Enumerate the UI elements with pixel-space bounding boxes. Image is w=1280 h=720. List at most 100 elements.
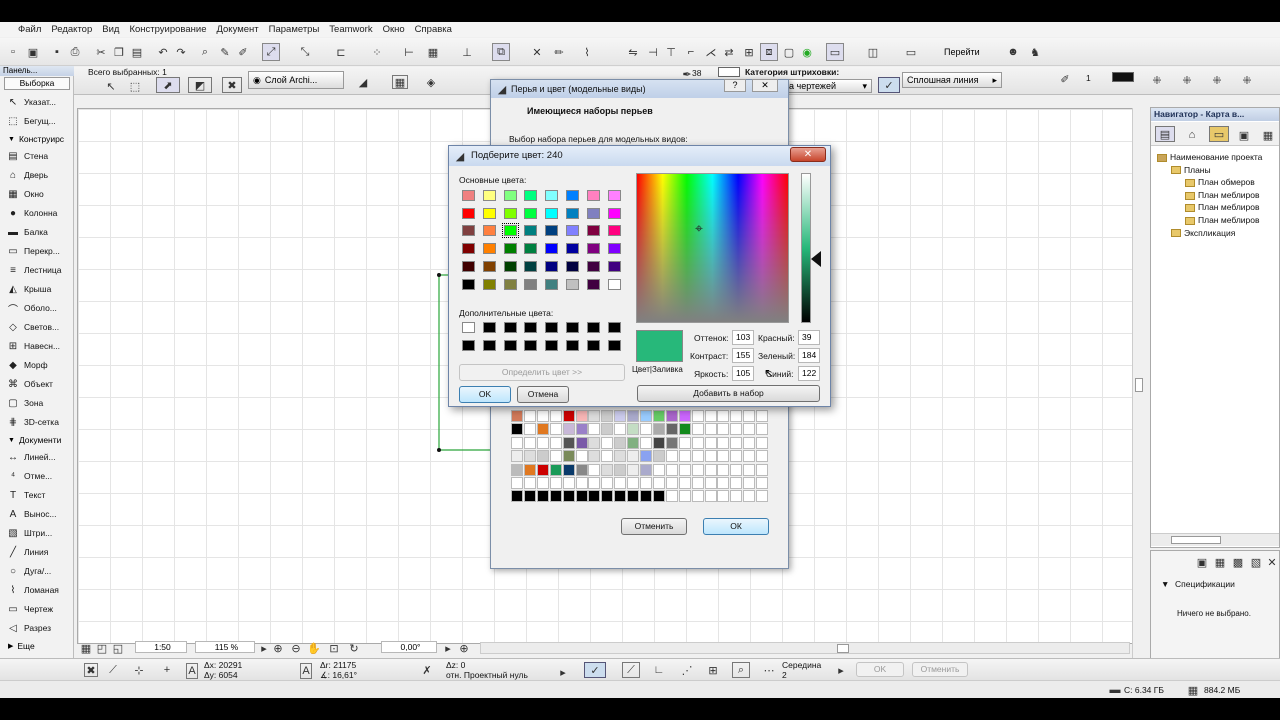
pen-swatch-cell[interactable] <box>549 477 562 489</box>
floor-plan-icon[interactable]: ▭ <box>826 43 844 61</box>
rotate-tool-icon[interactable]: ◩ <box>188 77 212 93</box>
custom-color-swatch[interactable] <box>566 322 579 333</box>
pen-swatch-cell[interactable] <box>601 410 614 422</box>
basic-color-swatch[interactable] <box>524 243 538 255</box>
pen-swatch-cell[interactable] <box>601 423 614 436</box>
basic-color-swatch[interactable] <box>566 207 579 219</box>
basic-color-swatch[interactable] <box>462 278 475 290</box>
tree-item[interactable]: Наименование проекта <box>1157 152 1262 162</box>
tool-select-0[interactable]: ↖ Указат... <box>0 93 70 111</box>
pen-swatch-cell[interactable] <box>523 436 536 449</box>
pen-swatch-cell[interactable] <box>665 423 678 436</box>
pen-swatch-cell[interactable] <box>717 463 730 476</box>
resize-icon[interactable]: ⊞ <box>742 45 756 59</box>
tool-design-6[interactable]: ≡ Лестница <box>0 261 70 279</box>
goto-button[interactable]: Перейти <box>940 43 984 61</box>
pen-swatch-cell[interactable] <box>756 423 769 436</box>
layers-icon[interactable]: ⧈ <box>760 43 778 61</box>
custom-color-swatch[interactable] <box>566 340 579 351</box>
pen-swatch-cell[interactable] <box>601 450 614 463</box>
zoom-out-icon[interactable]: ⊖ <box>289 641 303 655</box>
pen-swatch-cell[interactable] <box>562 463 575 476</box>
chevron-right-icon[interactable]: ▸ <box>441 641 455 655</box>
walk-icon[interactable]: ♞ <box>1028 45 1042 59</box>
pen-swatch-cell[interactable] <box>511 477 523 489</box>
pen-swatch-cell[interactable] <box>652 490 665 503</box>
section-document[interactable]: ▼ Документи <box>0 434 70 446</box>
pen-swatch-cell[interactable] <box>691 477 704 489</box>
ok-button[interactable]: OK <box>459 386 511 403</box>
tool-design-2[interactable]: ▦ Окно <box>0 185 70 203</box>
pen-swatch-cell[interactable] <box>627 463 640 476</box>
basic-color-swatch[interactable] <box>482 260 496 272</box>
pen-swatch-cell[interactable] <box>640 477 652 489</box>
syringe-icon[interactable]: ✐ <box>236 45 250 59</box>
pen-swatch-cell[interactable] <box>588 436 601 449</box>
tool-design-5[interactable]: ▭ Перекр... <box>0 242 70 260</box>
pen-swatch-cell[interactable] <box>549 463 562 476</box>
menu-item[interactable]: Параметры <box>269 24 320 35</box>
tool-design-0[interactable]: ▤ Стена <box>0 147 70 165</box>
copy-icon[interactable]: ❐ <box>112 45 126 59</box>
view-icon[interactable]: ▦ <box>79 641 93 655</box>
pen-swatch-cell[interactable] <box>704 450 717 463</box>
menu-item[interactable]: Документ <box>216 24 258 35</box>
brush-icon[interactable]: ⌇ <box>580 45 594 59</box>
zoom-window-icon[interactable]: ◰ <box>95 641 109 655</box>
section-icon[interactable]: ◫ <box>866 45 880 59</box>
pen-swatch-cell[interactable] <box>511 436 523 449</box>
snap-icon[interactable]: ✓ <box>584 662 606 678</box>
trace-icon[interactable]: ⤡ <box>298 45 312 59</box>
custom-color-swatch[interactable] <box>462 322 475 333</box>
tool-design-11[interactable]: ◆ Морф <box>0 356 70 374</box>
line-link-icon[interactable]: ✓ <box>878 77 900 93</box>
section-design[interactable]: ▼ Конструирс <box>0 133 70 145</box>
pen-swatch-cell[interactable] <box>730 450 743 463</box>
pen-swatch-cell[interactable] <box>627 477 640 489</box>
render-icon[interactable]: ◉ <box>800 45 814 59</box>
pen-swatch-cell[interactable] <box>562 477 575 489</box>
polar-icon[interactable]: A <box>300 663 312 679</box>
props-triangle-icon[interactable]: ▼ <box>1161 579 1169 589</box>
pen-swatch-cell[interactable] <box>523 423 536 436</box>
pen-swatch-cell[interactable] <box>601 490 614 503</box>
zoom-in-icon[interactable]: ⊕ <box>271 641 285 655</box>
pen-swatch-cell[interactable] <box>717 436 730 449</box>
pen-color-swatch[interactable] <box>1112 72 1134 82</box>
basic-color-swatch[interactable] <box>586 260 600 272</box>
color-spectrum[interactable]: ⌖ <box>636 173 789 323</box>
pen-swatch-cell[interactable] <box>614 490 627 503</box>
pen-swatch-cell[interactable] <box>717 490 730 503</box>
tree-item[interactable]: План меблиров <box>1185 202 1260 212</box>
grid-icon[interactable]: ⊞ <box>706 663 720 677</box>
pen-swatch-cell[interactable] <box>614 463 627 476</box>
pen-swatch-cell[interactable] <box>678 490 691 503</box>
tool-design-9[interactable]: ◇ Светов... <box>0 318 70 336</box>
pen-swatch-cell[interactable] <box>562 450 575 463</box>
open-folder-icon[interactable]: ▣ <box>26 45 40 59</box>
basic-color-swatch[interactable] <box>524 207 538 219</box>
basic-color-swatch[interactable] <box>566 225 579 237</box>
marquee-icon[interactable]: ⬚ <box>128 79 142 93</box>
pen-swatch-cell[interactable] <box>511 410 523 422</box>
parallel-icon[interactable]: ⋰ <box>680 663 694 677</box>
pen-swatch-cell[interactable] <box>627 436 640 449</box>
eyedropper-icon[interactable]: ✎ <box>218 45 232 59</box>
adjust-icon[interactable]: ⊣ <box>646 45 660 59</box>
props-icon-4[interactable]: ▧ <box>1249 555 1263 569</box>
pen-swatch-cell[interactable] <box>743 410 756 422</box>
pen-swatch-cell[interactable] <box>614 477 627 489</box>
pen-swatch-cell[interactable] <box>575 463 588 476</box>
pen-swatch-cell[interactable] <box>756 477 769 489</box>
pen-swatch-cell[interactable] <box>665 490 678 503</box>
basic-color-swatch[interactable] <box>607 260 621 272</box>
pen-swatch-cell[interactable] <box>652 410 665 422</box>
basic-color-swatch[interactable] <box>607 225 621 237</box>
pen-swatch-cell[interactable] <box>743 450 756 463</box>
zoom-field[interactable]: 115 % <box>195 641 255 653</box>
pen-swatch-cell[interactable] <box>704 463 717 476</box>
basic-color-swatch[interactable] <box>545 190 559 201</box>
navigator-scroll-thumb[interactable] <box>1171 536 1221 544</box>
grid-b-icon[interactable]: ⁜ <box>1180 73 1194 87</box>
cut-icon[interactable]: ✂ <box>94 45 108 59</box>
